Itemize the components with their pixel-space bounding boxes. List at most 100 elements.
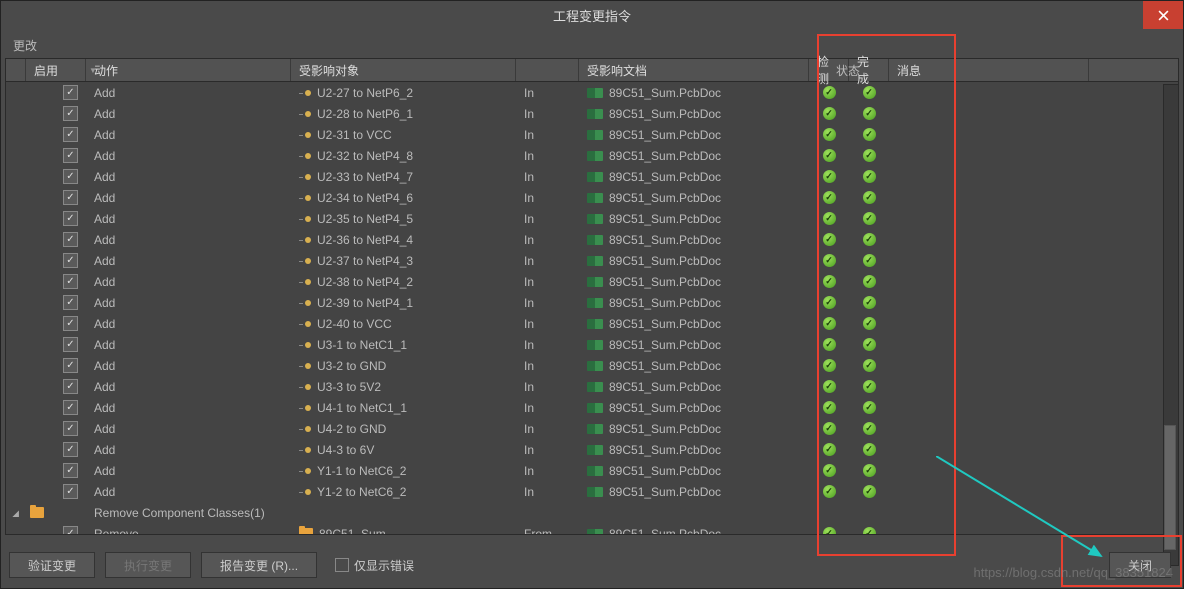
row-doc: 89C51_Sum.PcbDoc bbox=[579, 359, 809, 373]
net-icon bbox=[299, 381, 311, 393]
row-in: In bbox=[516, 359, 579, 373]
report-button[interactable]: 报告变更 (R)... bbox=[201, 552, 317, 578]
table-row[interactable]: AddU3-3 to 5V2In89C51_Sum.PcbDoc bbox=[6, 376, 1178, 397]
row-checkbox[interactable] bbox=[63, 190, 78, 205]
row-in: In bbox=[516, 296, 579, 310]
tick-icon bbox=[863, 212, 876, 225]
row-doc: 89C51_Sum.PcbDoc bbox=[579, 128, 809, 142]
table-row[interactable]: AddU2-35 to NetP4_5In89C51_Sum.PcbDoc bbox=[6, 208, 1178, 229]
close-dialog-button[interactable]: 关闭 bbox=[1109, 552, 1171, 578]
row-action: Add bbox=[86, 296, 291, 310]
tick-icon bbox=[863, 296, 876, 309]
changes-section-label: 更改 bbox=[5, 33, 1179, 58]
row-action: Add bbox=[86, 380, 291, 394]
table-row[interactable]: AddU2-38 to NetP4_2In89C51_Sum.PcbDoc bbox=[6, 271, 1178, 292]
execute-button[interactable]: 执行变更 bbox=[105, 552, 191, 578]
table-row[interactable]: AddU2-36 to NetP4_4In89C51_Sum.PcbDoc bbox=[6, 229, 1178, 250]
window-title: 工程变更指令 bbox=[553, 6, 631, 25]
row-checkbox[interactable] bbox=[63, 232, 78, 247]
pcb-icon bbox=[587, 424, 603, 434]
row-checkbox[interactable] bbox=[63, 358, 78, 373]
tick-icon bbox=[823, 527, 836, 534]
table-row[interactable]: AddU4-1 to NetC1_1In89C51_Sum.PcbDoc bbox=[6, 397, 1178, 418]
row-checkbox[interactable] bbox=[63, 337, 78, 352]
net-icon bbox=[299, 423, 311, 435]
table-row[interactable]: AddY1-2 to NetC6_2In89C51_Sum.PcbDoc bbox=[6, 481, 1178, 502]
tick-icon bbox=[823, 485, 836, 498]
table-row[interactable]: AddU2-33 to NetP4_7In89C51_Sum.PcbDoc bbox=[6, 166, 1178, 187]
tick-icon bbox=[863, 275, 876, 288]
close-button[interactable] bbox=[1143, 1, 1183, 29]
row-checkbox[interactable] bbox=[63, 169, 78, 184]
row-object: U4-2 to GND bbox=[291, 422, 516, 436]
collapse-icon[interactable]: ◢ bbox=[13, 508, 19, 518]
grid-header: 启用▼ 动作 受影响对象 受影响文档 检测 完成 消息 bbox=[6, 59, 1178, 82]
row-checkbox[interactable] bbox=[63, 421, 78, 436]
net-icon bbox=[299, 318, 311, 330]
net-icon bbox=[299, 486, 311, 498]
row-action: Add bbox=[86, 170, 291, 184]
row-in: In bbox=[516, 170, 579, 184]
col-object[interactable]: 受影响对象 bbox=[291, 59, 516, 81]
row-checkbox[interactable] bbox=[63, 85, 78, 100]
row-checkbox[interactable] bbox=[63, 463, 78, 478]
row-checkbox[interactable] bbox=[63, 526, 78, 534]
row-checkbox[interactable] bbox=[63, 316, 78, 331]
table-row[interactable]: AddU4-3 to 6VIn89C51_Sum.PcbDoc bbox=[6, 439, 1178, 460]
group-row[interactable]: ◢Remove Component Classes(1) bbox=[6, 502, 1178, 523]
pcb-icon bbox=[587, 214, 603, 224]
table-row[interactable]: AddU3-2 to GNDIn89C51_Sum.PcbDoc bbox=[6, 355, 1178, 376]
row-checkbox[interactable] bbox=[63, 484, 78, 499]
tick-icon bbox=[863, 191, 876, 204]
net-icon bbox=[299, 150, 311, 162]
row-object: U2-36 to NetP4_4 bbox=[291, 233, 516, 247]
row-checkbox[interactable] bbox=[63, 442, 78, 457]
tick-icon bbox=[823, 254, 836, 267]
row-checkbox[interactable] bbox=[63, 253, 78, 268]
row-checkbox[interactable] bbox=[63, 400, 78, 415]
scroll-thumb[interactable] bbox=[1164, 425, 1176, 550]
vertical-scrollbar[interactable] bbox=[1163, 84, 1179, 566]
table-row[interactable]: AddU2-32 to NetP4_8In89C51_Sum.PcbDoc bbox=[6, 145, 1178, 166]
table-row[interactable]: AddU2-34 to NetP4_6In89C51_Sum.PcbDoc bbox=[6, 187, 1178, 208]
row-doc: 89C51_Sum.PcbDoc bbox=[579, 233, 809, 247]
row-checkbox[interactable] bbox=[63, 295, 78, 310]
row-in: In bbox=[516, 485, 579, 499]
table-row[interactable]: AddU2-37 to NetP4_3In89C51_Sum.PcbDoc bbox=[6, 250, 1178, 271]
col-action[interactable]: 动作 bbox=[86, 59, 291, 81]
row-checkbox[interactable] bbox=[63, 106, 78, 121]
table-row[interactable]: AddU2-28 to NetP6_1In89C51_Sum.PcbDoc bbox=[6, 103, 1178, 124]
table-row[interactable]: AddU4-2 to GNDIn89C51_Sum.PcbDoc bbox=[6, 418, 1178, 439]
row-checkbox[interactable] bbox=[63, 127, 78, 142]
row-action: Remove bbox=[86, 527, 291, 535]
pcb-icon bbox=[587, 298, 603, 308]
row-doc: 89C51_Sum.PcbDoc bbox=[579, 149, 809, 163]
net-icon bbox=[299, 297, 311, 309]
tick-icon bbox=[823, 86, 836, 99]
net-icon bbox=[299, 87, 311, 99]
validate-button[interactable]: 验证变更 bbox=[9, 552, 95, 578]
col-document[interactable]: 受影响文档 bbox=[579, 59, 809, 81]
tick-icon bbox=[863, 359, 876, 372]
row-checkbox[interactable] bbox=[63, 148, 78, 163]
table-row[interactable]: AddY1-1 to NetC6_2In89C51_Sum.PcbDoc bbox=[6, 460, 1178, 481]
row-action: Add bbox=[86, 422, 291, 436]
row-in: In bbox=[516, 233, 579, 247]
row-object: U2-32 to NetP4_8 bbox=[291, 149, 516, 163]
grid-body[interactable]: AddU2-27 to NetP6_2In89C51_Sum.PcbDocAdd… bbox=[6, 82, 1178, 534]
pcb-icon bbox=[587, 382, 603, 392]
row-checkbox[interactable] bbox=[63, 211, 78, 226]
table-row[interactable]: AddU2-39 to NetP4_1In89C51_Sum.PcbDoc bbox=[6, 292, 1178, 313]
col-enable[interactable]: 启用▼ bbox=[26, 59, 86, 81]
table-row[interactable]: Remove89C51_SumFrom89C51_Sum.PcbDoc bbox=[6, 523, 1178, 534]
errors-only-checkbox[interactable]: 仅显示错误 bbox=[335, 557, 414, 574]
row-checkbox[interactable] bbox=[63, 379, 78, 394]
table-row[interactable]: AddU2-27 to NetP6_2In89C51_Sum.PcbDoc bbox=[6, 82, 1178, 103]
table-row[interactable]: AddU2-31 to VCCIn89C51_Sum.PcbDoc bbox=[6, 124, 1178, 145]
table-row[interactable]: AddU2-40 to VCCIn89C51_Sum.PcbDoc bbox=[6, 313, 1178, 334]
row-doc: 89C51_Sum.PcbDoc bbox=[579, 338, 809, 352]
col-message[interactable]: 消息 bbox=[889, 59, 1089, 81]
row-checkbox[interactable] bbox=[63, 274, 78, 289]
table-row[interactable]: AddU3-1 to NetC1_1In89C51_Sum.PcbDoc bbox=[6, 334, 1178, 355]
tick-icon bbox=[823, 422, 836, 435]
